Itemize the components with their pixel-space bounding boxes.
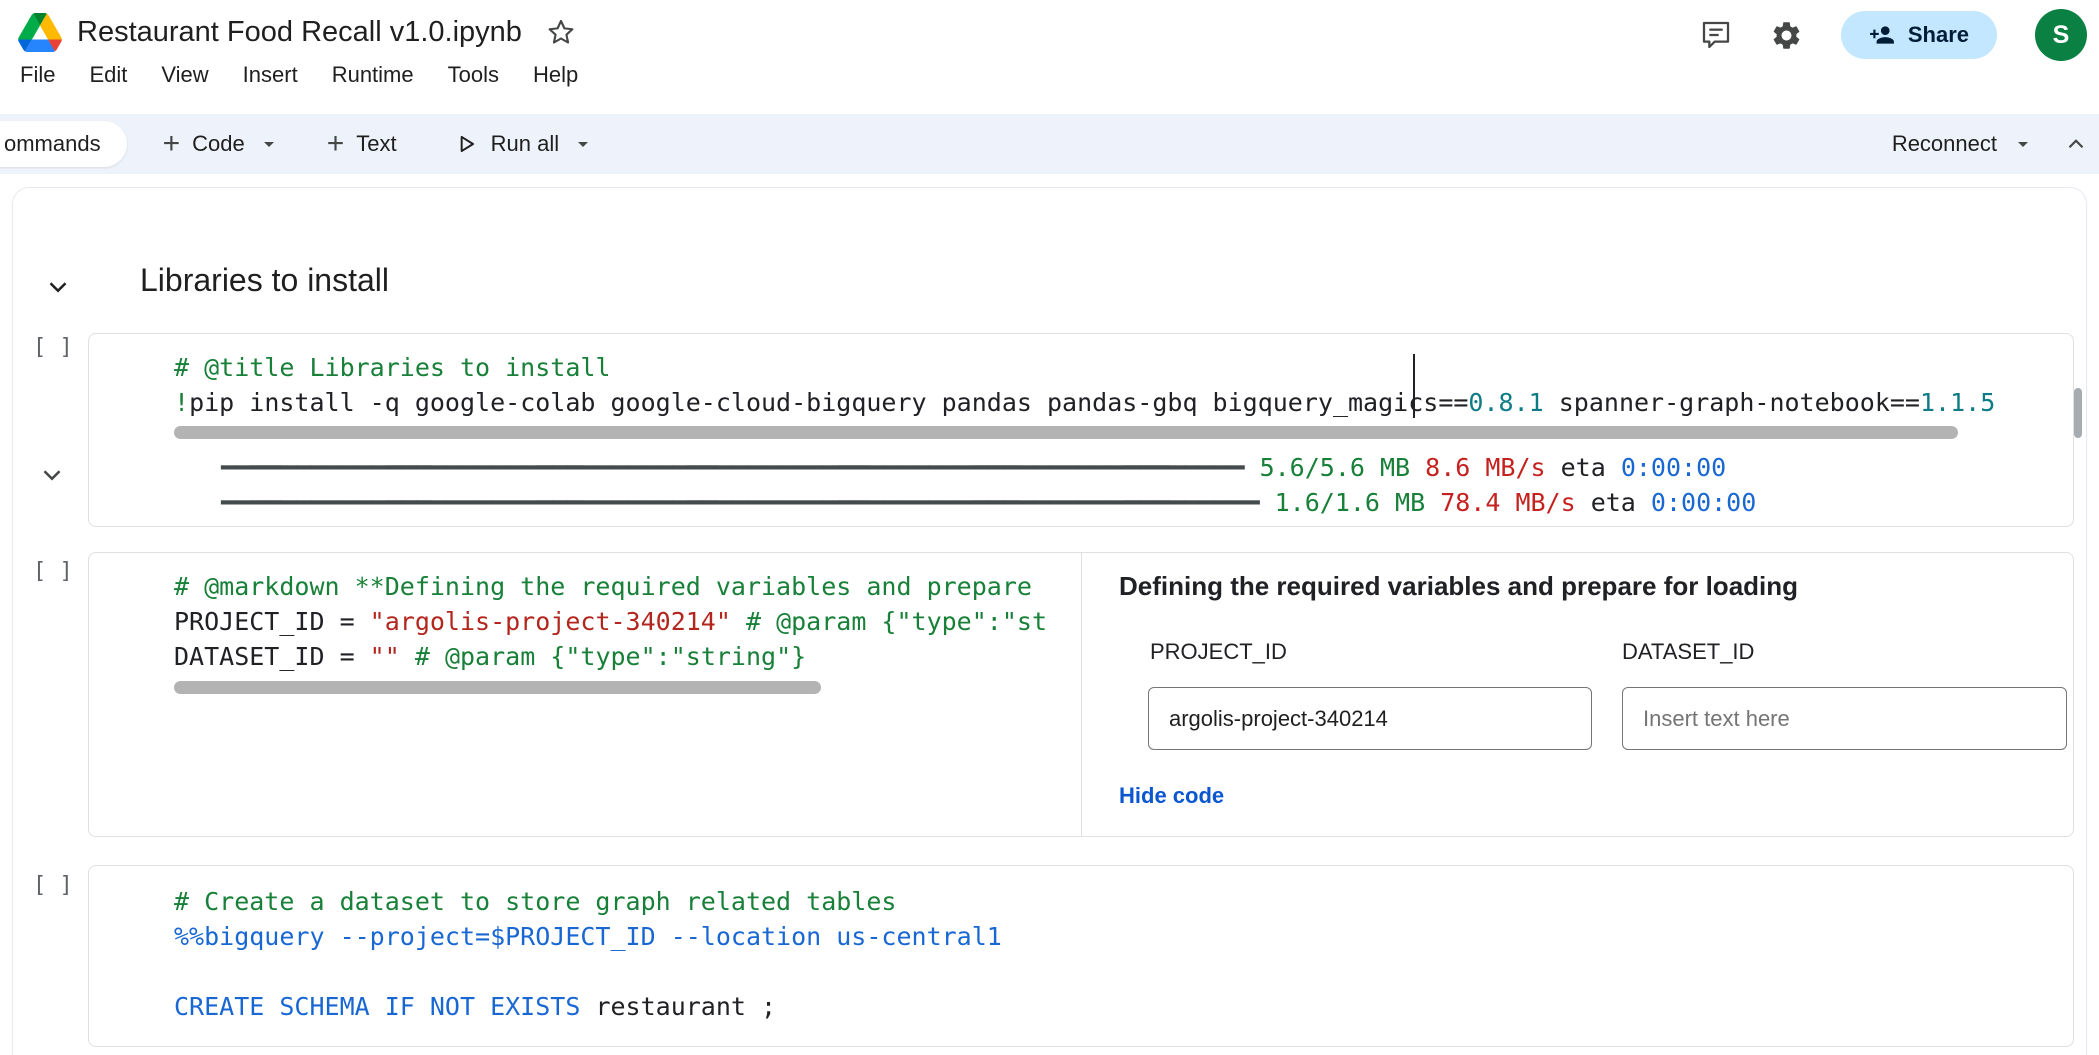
- horizontal-scrollbar[interactable]: [174, 426, 1958, 439]
- text-cursor: [1413, 354, 1415, 418]
- code-editor[interactable]: # Create a dataset to store graph relate…: [89, 866, 2073, 1046]
- params-form: Defining the required variables and prep…: [1081, 553, 2073, 836]
- menu-view[interactable]: View: [161, 62, 208, 88]
- menu-runtime[interactable]: Runtime: [332, 62, 414, 88]
- code-cell-create-schema: # Create a dataset to store graph relate…: [88, 865, 2074, 1047]
- menu-file[interactable]: File: [20, 62, 55, 88]
- run-all-label: Run all: [491, 131, 559, 157]
- code-cell-variables: # @markdown **Defining the required vari…: [88, 552, 2074, 837]
- code-editor[interactable]: # @title Libraries to install!pip instal…: [89, 334, 2073, 440]
- add-code-button[interactable]: + Code: [163, 129, 281, 159]
- plus-icon: +: [163, 129, 181, 159]
- notebook-toolbar: ommands + Code + Text Run all Reconnect: [0, 114, 2099, 174]
- dataset-id-input[interactable]: [1622, 687, 2067, 750]
- notebook-content-area: Libraries to install [ ] # @title Librar…: [13, 188, 2086, 1055]
- star-icon[interactable]: [546, 17, 576, 47]
- play-icon: [453, 131, 479, 157]
- cell-run-indicator[interactable]: [ ]: [33, 559, 73, 584]
- menu-bar: File Edit View Insert Runtime Tools Help: [0, 62, 2099, 88]
- project-id-input[interactable]: [1148, 687, 1592, 750]
- cell-run-indicator[interactable]: [ ]: [33, 335, 73, 360]
- vertical-scrollbar[interactable]: [2074, 388, 2082, 438]
- section-collapse-icon[interactable]: [43, 272, 73, 302]
- chevron-down-icon[interactable]: [257, 132, 281, 156]
- drive-colab-logo-icon[interactable]: [18, 13, 62, 52]
- share-button[interactable]: Share: [1841, 11, 1997, 59]
- menu-edit[interactable]: Edit: [89, 62, 127, 88]
- cell-output: ━━━━━━━━━━━━━━━━━━━━━━━━━━━━━━━━━━━━━━━━…: [89, 446, 2073, 526]
- code-cell-libraries: # @title Libraries to install!pip instal…: [88, 333, 2074, 527]
- menu-insert[interactable]: Insert: [243, 62, 298, 88]
- output-collapse-icon[interactable]: [37, 460, 67, 490]
- code-editor[interactable]: # @markdown **Defining the required vari…: [89, 553, 1081, 678]
- app-header: Restaurant Food Recall v1.0.ipynb File E…: [0, 0, 2099, 114]
- dataset-id-label: DATASET_ID: [1622, 639, 1754, 665]
- add-text-label: Text: [356, 131, 396, 157]
- commands-button[interactable]: ommands: [0, 121, 127, 167]
- plus-icon: +: [327, 129, 345, 159]
- run-all-button[interactable]: Run all: [453, 131, 595, 157]
- collapse-toolbar-icon[interactable]: [2063, 131, 2089, 157]
- share-label: Share: [1908, 22, 1969, 48]
- section-heading[interactable]: Libraries to install: [140, 262, 389, 299]
- menu-tools[interactable]: Tools: [448, 62, 499, 88]
- settings-gear-icon[interactable]: [1770, 19, 1803, 52]
- add-text-button[interactable]: + Text: [327, 129, 397, 159]
- chevron-down-icon[interactable]: [2011, 132, 2035, 156]
- form-title: Defining the required variables and prep…: [1119, 571, 1798, 602]
- person-add-icon: [1869, 22, 1895, 48]
- comments-icon[interactable]: [1700, 19, 1732, 51]
- add-code-label: Code: [192, 131, 245, 157]
- chevron-down-icon[interactable]: [571, 132, 595, 156]
- notebook-title[interactable]: Restaurant Food Recall v1.0.ipynb: [77, 16, 522, 49]
- project-id-label: PROJECT_ID: [1150, 639, 1287, 665]
- menu-help[interactable]: Help: [533, 62, 578, 88]
- reconnect-button[interactable]: Reconnect: [1892, 131, 1997, 157]
- hide-code-link[interactable]: Hide code: [1119, 783, 1224, 809]
- account-avatar[interactable]: S: [2035, 9, 2087, 61]
- cell-run-indicator[interactable]: [ ]: [33, 873, 73, 898]
- horizontal-scrollbar[interactable]: [174, 681, 821, 694]
